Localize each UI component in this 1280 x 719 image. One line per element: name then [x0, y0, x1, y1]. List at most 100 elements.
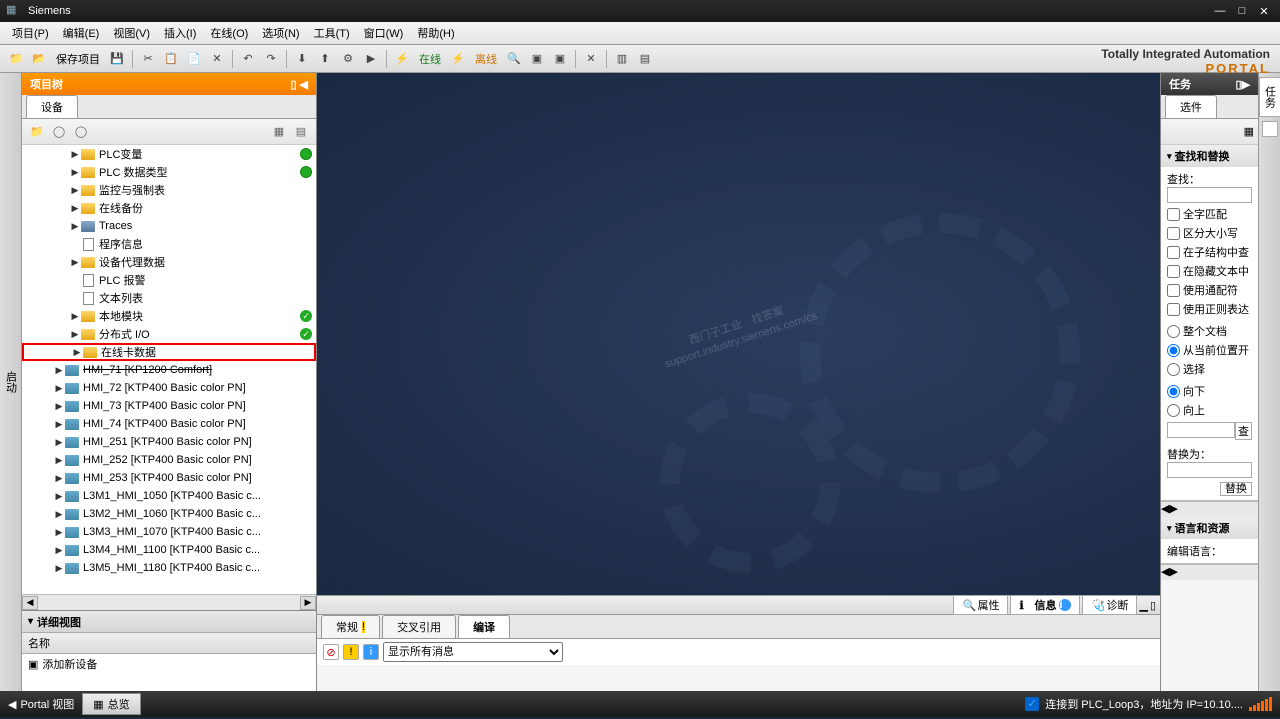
expand-arrow-icon[interactable]: ▶ — [54, 365, 64, 376]
scroll-right-icon[interactable]: ▶ — [1169, 565, 1177, 580]
maximize-button[interactable]: □ — [1232, 5, 1252, 18]
tree-node[interactable]: ▶HMI_253 [KTP400 Basic color PN] — [22, 469, 316, 487]
find-option[interactable]: 区分大小写 — [1167, 225, 1252, 241]
menu-item[interactable]: 窗口(W) — [358, 23, 410, 43]
expand-arrow-icon[interactable]: ▶ — [54, 527, 64, 538]
find-option[interactable]: 全字匹配 — [1167, 206, 1252, 222]
upload-icon[interactable]: ⬆ — [315, 49, 335, 69]
panel-max-icon[interactable]: ▯ — [1150, 599, 1156, 612]
task-strip-tab[interactable]: 任务 — [1259, 77, 1280, 117]
go-online-icon[interactable]: ⚡ — [392, 49, 412, 69]
nav-fwd-icon[interactable]: ◯ — [72, 123, 90, 141]
find-direction[interactable]: 向上 — [1167, 402, 1252, 418]
find-option[interactable]: 使用通配符 — [1167, 282, 1252, 298]
scroll-right-icon[interactable]: ▶ — [1169, 502, 1177, 517]
tree-node[interactable]: ▶HMI_73 [KTP400 Basic color PN] — [22, 397, 316, 415]
show-overview-icon[interactable]: ▤ — [292, 123, 310, 141]
find-exec-input[interactable] — [1167, 422, 1235, 438]
info-filter-icon[interactable]: i — [363, 644, 379, 660]
tree-node[interactable]: ▶L3M3_HMI_1070 [KTP400 Basic c... — [22, 523, 316, 541]
find-option[interactable]: 使用正则表达 — [1167, 301, 1252, 317]
detail-row-add-device[interactable]: ▣ 添加新设备 — [22, 654, 316, 674]
tree-node[interactable]: ▶L3M4_HMI_1100 [KTP400 Basic c... — [22, 541, 316, 559]
save-icon[interactable]: 💾 — [107, 49, 127, 69]
expand-arrow-icon[interactable]: ▶ — [72, 347, 82, 358]
find-direction[interactable]: 向下 — [1167, 383, 1252, 399]
nav-back-icon[interactable]: ◯ — [50, 123, 68, 141]
scroll-left-icon[interactable]: ◀ — [1161, 502, 1169, 517]
find-replace-header[interactable]: ▾查找和替换 — [1161, 145, 1258, 167]
expand-arrow-icon[interactable]: ▶ — [70, 185, 80, 196]
warning-filter-icon[interactable]: ! — [343, 644, 359, 660]
tree-node[interactable]: ▶分布式 I/O✓ — [22, 325, 316, 343]
diagnostics-tab[interactable]: 🩺诊断 — [1082, 595, 1137, 615]
portal-view-button[interactable]: ◀ Portal 视图 — [8, 696, 74, 712]
tree-node[interactable]: PLC 报警 — [22, 271, 316, 289]
menu-item[interactable]: 插入(I) — [158, 23, 202, 43]
go-offline-icon[interactable]: ⚡ — [448, 49, 468, 69]
find-button[interactable]: 查 — [1235, 422, 1252, 440]
language-header[interactable]: ▾语言和资源 — [1161, 517, 1258, 539]
message-filter-select[interactable]: 显示所有消息 — [383, 642, 563, 662]
panel-pin-icon[interactable]: ▯ — [290, 78, 296, 91]
expand-arrow-icon[interactable]: ▶ — [70, 167, 80, 178]
task-hscroll[interactable]: ◀▶ — [1161, 501, 1258, 517]
expand-arrow-icon[interactable]: ▶ — [54, 455, 64, 466]
tree-node[interactable]: ▶HMI_252 [KTP400 Basic color PN] — [22, 451, 316, 469]
options-tab[interactable]: 选件 — [1165, 95, 1217, 118]
tree-hscroll[interactable]: ◀ ▶ — [22, 594, 316, 610]
simulate-icon[interactable]: ▶ — [361, 49, 381, 69]
delete-icon[interactable]: ✕ — [207, 49, 227, 69]
expand-arrow-icon[interactable]: ▶ — [54, 491, 64, 502]
copy-icon[interactable]: 📋 — [161, 49, 181, 69]
paste-icon[interactable]: 📄 — [184, 49, 204, 69]
properties-tab[interactable]: 🔍属性 — [953, 595, 1008, 615]
replace-button[interactable]: 替换 — [1220, 482, 1252, 496]
general-tab[interactable]: 常规! — [321, 615, 380, 638]
save-project-button[interactable]: 保存项目 — [52, 51, 104, 67]
expand-arrow-icon[interactable]: ▶ — [70, 149, 80, 160]
device-config-icon[interactable]: ▣ — [550, 49, 570, 69]
open-project-icon[interactable]: 📂 — [29, 49, 49, 69]
tree-node[interactable]: ▶Traces — [22, 217, 316, 235]
menu-item[interactable]: 帮助(H) — [411, 23, 460, 43]
expand-arrow-icon[interactable]: ▶ — [54, 437, 64, 448]
online-button[interactable]: 在线 — [415, 51, 445, 67]
find-scope[interactable]: 从当前位置开 — [1167, 342, 1252, 358]
scroll-right-icon[interactable]: ▶ — [300, 596, 316, 610]
find-option[interactable]: 在隐藏文本中 — [1167, 263, 1252, 279]
error-filter-icon[interactable]: ⊘ — [323, 644, 339, 660]
overview-button[interactable]: ▦ 总览 — [82, 693, 140, 715]
redo-icon[interactable]: ↷ — [261, 49, 281, 69]
expand-arrow-icon[interactable]: ▶ — [70, 221, 80, 232]
find-scope[interactable]: 选择 — [1167, 361, 1252, 377]
menu-item[interactable]: 工具(T) — [308, 23, 356, 43]
tree-node[interactable]: 文本列表 — [22, 289, 316, 307]
scroll-left-icon[interactable]: ◀ — [22, 596, 38, 610]
crossref-tab[interactable]: 交叉引用 — [382, 615, 456, 638]
compile-icon[interactable]: ⚙ — [338, 49, 358, 69]
expand-arrow-icon[interactable]: ▶ — [54, 383, 64, 394]
scroll-left-icon[interactable]: ◀ — [1161, 565, 1169, 580]
menu-item[interactable]: 编辑(E) — [57, 23, 106, 43]
tree-node[interactable]: ▶在线备份 — [22, 199, 316, 217]
close-button[interactable]: ✕ — [1254, 5, 1274, 18]
tree-node[interactable]: ▶PLC 数据类型 — [22, 163, 316, 181]
download-icon[interactable]: ⬇ — [292, 49, 312, 69]
info-tab[interactable]: ℹ信息i — [1010, 595, 1080, 615]
menu-item[interactable]: 选项(N) — [256, 23, 305, 43]
panel-min-icon[interactable]: ▁ — [1139, 599, 1147, 612]
menu-item[interactable]: 在线(O) — [204, 23, 254, 43]
expand-arrow-icon[interactable]: ▶ — [54, 545, 64, 556]
tree-node[interactable]: ▶L3M5_HMI_1180 [KTP400 Basic c... — [22, 559, 316, 577]
project-tree[interactable]: ▶PLC变量▶PLC 数据类型▶监控与强制表▶在线备份▶Traces程序信息▶设… — [22, 145, 316, 594]
split-v-icon[interactable]: ▤ — [635, 49, 655, 69]
tree-node[interactable]: ▶L3M2_HMI_1060 [KTP400 Basic c... — [22, 505, 316, 523]
undo-icon[interactable]: ↶ — [238, 49, 258, 69]
compile-tab[interactable]: 编译 — [458, 615, 510, 638]
tree-node[interactable]: ▶在线卡数据 — [22, 343, 316, 361]
panel-collapse-icon[interactable]: ▶ — [1242, 79, 1250, 91]
new-project-icon[interactable]: 📁 — [6, 49, 26, 69]
collapse-all-icon[interactable]: ▦ — [270, 123, 288, 141]
menu-item[interactable]: 视图(V) — [107, 23, 156, 43]
